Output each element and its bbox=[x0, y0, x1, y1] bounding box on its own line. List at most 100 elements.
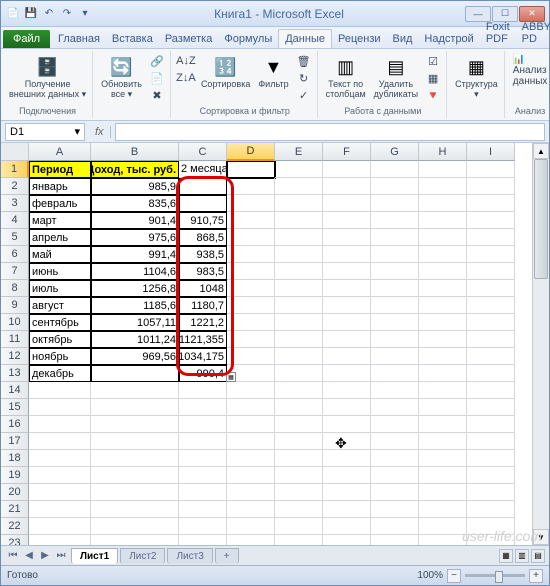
cell-f6[interactable] bbox=[323, 246, 371, 263]
cell-d8[interactable] bbox=[227, 280, 275, 297]
edit-links-button[interactable]: ✖ bbox=[148, 87, 166, 103]
cell-g2[interactable] bbox=[371, 178, 419, 195]
cell-h17[interactable] bbox=[419, 433, 467, 450]
cell-i7[interactable] bbox=[467, 263, 515, 280]
cell-e19[interactable] bbox=[275, 467, 323, 484]
cell-h2[interactable] bbox=[419, 178, 467, 195]
cell-g15[interactable] bbox=[371, 399, 419, 416]
view-normal-icon[interactable]: ▦ bbox=[499, 549, 513, 563]
cell-i4[interactable] bbox=[467, 212, 515, 229]
cell-d23[interactable] bbox=[227, 535, 275, 545]
cell-i3[interactable] bbox=[467, 195, 515, 212]
cell-c1[interactable]: 2 месяца bbox=[179, 161, 227, 178]
cell-f1[interactable] bbox=[323, 161, 371, 178]
vertical-scrollbar[interactable]: ▲ ▼ bbox=[532, 143, 549, 545]
cell-c14[interactable] bbox=[179, 382, 227, 399]
cell-c19[interactable] bbox=[179, 467, 227, 484]
cell-a14[interactable] bbox=[29, 382, 91, 399]
cell-g11[interactable] bbox=[371, 331, 419, 348]
cell-d9[interactable] bbox=[227, 297, 275, 314]
row-header-8[interactable]: 8 bbox=[1, 280, 29, 297]
cell-a1[interactable]: Период bbox=[29, 161, 91, 178]
cell-h21[interactable] bbox=[419, 501, 467, 518]
row-header-14[interactable]: 14 bbox=[1, 382, 29, 399]
cell-h7[interactable] bbox=[419, 263, 467, 280]
row-header-9[interactable]: 9 bbox=[1, 297, 29, 314]
row-header-17[interactable]: 17 bbox=[1, 433, 29, 450]
cell-g17[interactable] bbox=[371, 433, 419, 450]
cell-h15[interactable] bbox=[419, 399, 467, 416]
next-sheet-icon[interactable]: ▶ bbox=[37, 550, 53, 561]
tab-data[interactable]: Данные bbox=[278, 29, 332, 48]
cell-f5[interactable] bbox=[323, 229, 371, 246]
cell-e12[interactable] bbox=[275, 348, 323, 365]
sort-button[interactable]: 🔢 Сортировка bbox=[199, 53, 252, 92]
cell-h9[interactable] bbox=[419, 297, 467, 314]
cell-c6[interactable]: 938,5 bbox=[179, 246, 227, 263]
cell-f2[interactable] bbox=[323, 178, 371, 195]
cell-f21[interactable] bbox=[323, 501, 371, 518]
cell-a20[interactable] bbox=[29, 484, 91, 501]
cell-f12[interactable] bbox=[323, 348, 371, 365]
prev-sheet-icon[interactable]: ◀ bbox=[21, 550, 37, 561]
tab-home[interactable]: Главная bbox=[52, 30, 106, 48]
cell-e3[interactable] bbox=[275, 195, 323, 212]
external-data-button[interactable]: 🗄️ Получениевнешних данных ▾ bbox=[7, 53, 88, 102]
cell-a19[interactable] bbox=[29, 467, 91, 484]
row-header-7[interactable]: 7 bbox=[1, 263, 29, 280]
cell-b15[interactable] bbox=[91, 399, 179, 416]
cell-c22[interactable] bbox=[179, 518, 227, 535]
cell-h20[interactable] bbox=[419, 484, 467, 501]
cell-b20[interactable] bbox=[91, 484, 179, 501]
cell-c7[interactable]: 983,5 bbox=[179, 263, 227, 280]
cell-c17[interactable] bbox=[179, 433, 227, 450]
cell-g7[interactable] bbox=[371, 263, 419, 280]
cell-c12[interactable]: 1034,175 bbox=[179, 348, 227, 365]
consolidate-button[interactable]: ▦ bbox=[424, 70, 442, 86]
cell-g1[interactable] bbox=[371, 161, 419, 178]
tab-review[interactable]: Рецензи bbox=[332, 30, 387, 48]
row-header-19[interactable]: 19 bbox=[1, 467, 29, 484]
cell-a2[interactable]: январь bbox=[29, 178, 91, 195]
row-header-13[interactable]: 13 bbox=[1, 365, 29, 382]
data-analysis-button[interactable]: 📊 Анализ данных bbox=[511, 53, 549, 88]
cell-d20[interactable] bbox=[227, 484, 275, 501]
cell-d21[interactable] bbox=[227, 501, 275, 518]
cell-i20[interactable] bbox=[467, 484, 515, 501]
last-sheet-icon[interactable]: ⏭ bbox=[53, 550, 69, 561]
cell-b4[interactable]: 901,4 bbox=[91, 212, 179, 229]
file-tab[interactable]: Файл bbox=[3, 30, 50, 48]
cell-g22[interactable] bbox=[371, 518, 419, 535]
cell-g20[interactable] bbox=[371, 484, 419, 501]
cell-c21[interactable] bbox=[179, 501, 227, 518]
row-header-15[interactable]: 15 bbox=[1, 399, 29, 416]
cell-e1[interactable] bbox=[275, 161, 323, 178]
cell-f17[interactable] bbox=[323, 433, 371, 450]
cell-e7[interactable] bbox=[275, 263, 323, 280]
view-layout-icon[interactable]: ▥ bbox=[515, 549, 529, 563]
sheet-tab-2[interactable]: Лист2 bbox=[120, 548, 165, 564]
cell-a6[interactable]: май bbox=[29, 246, 91, 263]
cell-f23[interactable] bbox=[323, 535, 371, 545]
cell-d1[interactable] bbox=[227, 161, 275, 178]
row-header-4[interactable]: 4 bbox=[1, 212, 29, 229]
cell-e20[interactable] bbox=[275, 484, 323, 501]
cell-f20[interactable] bbox=[323, 484, 371, 501]
zoom-out-button[interactable]: − bbox=[447, 569, 461, 583]
cell-h10[interactable] bbox=[419, 314, 467, 331]
cell-b1[interactable]: Доход, тыс. руб. bbox=[91, 161, 179, 178]
cell-h3[interactable] bbox=[419, 195, 467, 212]
cell-g21[interactable] bbox=[371, 501, 419, 518]
cell-a9[interactable]: август bbox=[29, 297, 91, 314]
cell-d11[interactable] bbox=[227, 331, 275, 348]
cell-f13[interactable] bbox=[323, 365, 371, 382]
tab-layout[interactable]: Разметка bbox=[159, 30, 219, 48]
row-header-6[interactable]: 6 bbox=[1, 246, 29, 263]
cell-e23[interactable] bbox=[275, 535, 323, 545]
cell-a22[interactable] bbox=[29, 518, 91, 535]
row-header-5[interactable]: 5 bbox=[1, 229, 29, 246]
remove-duplicates-button[interactable]: ▤ Удалитьдубликаты bbox=[372, 53, 420, 102]
cell-c11[interactable]: 1121,355 bbox=[179, 331, 227, 348]
col-header-a[interactable]: A bbox=[29, 143, 91, 161]
fx-button[interactable]: fx bbox=[89, 126, 111, 138]
